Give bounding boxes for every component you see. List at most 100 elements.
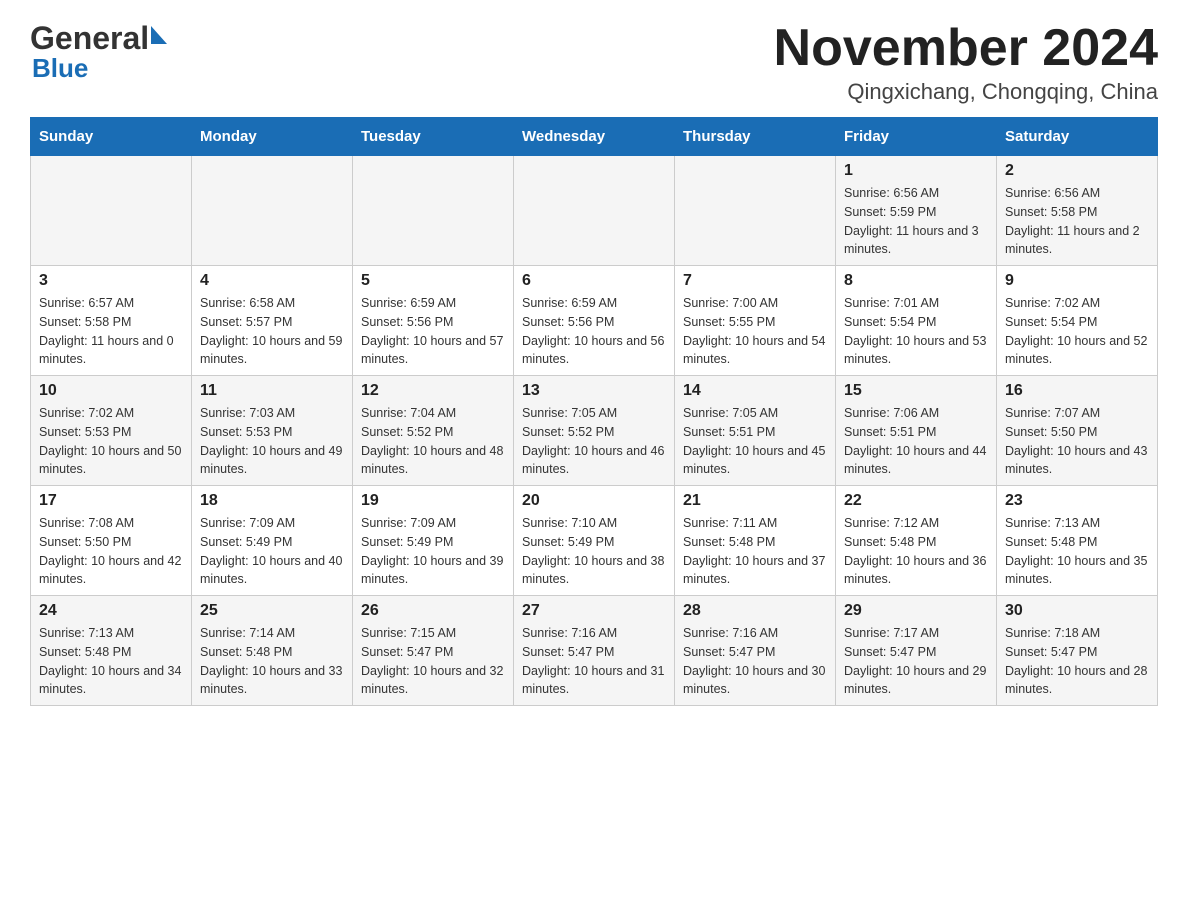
calendar-cell: 10 Sunrise: 7:02 AMSunset: 5:53 PMDayligh… — [31, 376, 192, 486]
day-info: Sunrise: 6:57 AMSunset: 5:58 PMDaylight:… — [39, 294, 183, 369]
calendar-cell: 2 Sunrise: 6:56 AMSunset: 5:58 PMDaylight… — [997, 156, 1158, 266]
day-number: 3 — [39, 272, 183, 290]
day-number: 4 — [200, 272, 344, 290]
day-number: 21 — [683, 492, 827, 510]
day-info: Sunrise: 7:15 AMSunset: 5:47 PMDaylight:… — [361, 624, 505, 699]
day-of-week-sunday: Sunday — [31, 118, 192, 156]
day-of-week-thursday: Thursday — [675, 118, 836, 156]
day-info: Sunrise: 7:05 AMSunset: 5:51 PMDaylight:… — [683, 404, 827, 479]
calendar-cell: 1 Sunrise: 6:56 AMSunset: 5:59 PMDaylight… — [836, 156, 997, 266]
calendar-week-row: 10 Sunrise: 7:02 AMSunset: 5:53 PMDayligh… — [31, 376, 1158, 486]
day-number: 28 — [683, 602, 827, 620]
day-of-week-saturday: Saturday — [997, 118, 1158, 156]
day-number: 19 — [361, 492, 505, 510]
day-info: Sunrise: 6:56 AMSunset: 5:59 PMDaylight:… — [844, 184, 988, 259]
day-info: Sunrise: 7:04 AMSunset: 5:52 PMDaylight:… — [361, 404, 505, 479]
calendar-cell: 27Sunrise: 7:16 AMSunset: 5:47 PMDayligh… — [514, 596, 675, 706]
calendar-cell: 11Sunrise: 7:03 AMSunset: 5:53 PMDayligh… — [192, 376, 353, 486]
day-number: 11 — [200, 382, 344, 400]
calendar-cell: 9 Sunrise: 7:02 AMSunset: 5:54 PMDaylight… — [997, 266, 1158, 376]
calendar-cell: 3 Sunrise: 6:57 AMSunset: 5:58 PMDaylight… — [31, 266, 192, 376]
day-info: Sunrise: 7:02 AMSunset: 5:53 PMDaylight:… — [39, 404, 183, 479]
calendar-header-row: SundayMondayTuesdayWednesdayThursdayFrid… — [31, 118, 1158, 156]
day-number: 8 — [844, 272, 988, 290]
calendar-cell: 23Sunrise: 7:13 AMSunset: 5:48 PMDayligh… — [997, 486, 1158, 596]
calendar-cell: 6 Sunrise: 6:59 AMSunset: 5:56 PMDaylight… — [514, 266, 675, 376]
logo-triangle-icon — [151, 26, 167, 44]
calendar-cell: 19 Sunrise: 7:09 AMSunset: 5:49 PMDayligh… — [353, 486, 514, 596]
calendar-cell — [514, 156, 675, 266]
day-number: 10 — [39, 382, 183, 400]
calendar-cell: 24 Sunrise: 7:13 AMSunset: 5:48 PMDayligh… — [31, 596, 192, 706]
calendar-cell: 22 Sunrise: 7:12 AMSunset: 5:48 PMDayligh… — [836, 486, 997, 596]
day-info: Sunrise: 7:16 AMSunset: 5:47 PMDaylight:… — [683, 624, 827, 699]
day-info: Sunrise: 7:02 AMSunset: 5:54 PMDaylight:… — [1005, 294, 1149, 369]
day-number: 24 — [39, 602, 183, 620]
day-info: Sunrise: 7:09 AMSunset: 5:49 PMDaylight:… — [361, 514, 505, 589]
day-number: 18 — [200, 492, 344, 510]
day-info: Sunrise: 7:13 AMSunset: 5:48 PMDaylight:… — [39, 624, 183, 699]
calendar-cell: 26 Sunrise: 7:15 AMSunset: 5:47 PMDayligh… — [353, 596, 514, 706]
day-number: 17 — [39, 492, 183, 510]
day-of-week-monday: Monday — [192, 118, 353, 156]
day-info: Sunrise: 7:05 AMSunset: 5:52 PMDaylight:… — [522, 404, 666, 479]
title-area: November 2024 Qingxichang, Chongqing, Ch… — [774, 20, 1158, 105]
day-info: Sunrise: 7:01 AMSunset: 5:54 PMDaylight:… — [844, 294, 988, 369]
day-number: 27 — [522, 602, 666, 620]
day-info: Sunrise: 7:17 AMSunset: 5:47 PMDaylight:… — [844, 624, 988, 699]
day-of-week-friday: Friday — [836, 118, 997, 156]
calendar-cell: 8 Sunrise: 7:01 AMSunset: 5:54 PMDaylight… — [836, 266, 997, 376]
logo: General Blue — [30, 20, 167, 84]
calendar-cell: 20 Sunrise: 7:10 AMSunset: 5:49 PMDayligh… — [514, 486, 675, 596]
day-number: 9 — [1005, 272, 1149, 290]
day-number: 30 — [1005, 602, 1149, 620]
day-number: 7 — [683, 272, 827, 290]
day-number: 2 — [1005, 162, 1149, 180]
day-number: 13 — [522, 382, 666, 400]
day-info: Sunrise: 6:59 AMSunset: 5:56 PMDaylight:… — [522, 294, 666, 369]
calendar-cell — [192, 156, 353, 266]
day-info: Sunrise: 7:08 AMSunset: 5:50 PMDaylight:… — [39, 514, 183, 589]
calendar-cell: 30 Sunrise: 7:18 AMSunset: 5:47 PMDayligh… — [997, 596, 1158, 706]
day-number: 29 — [844, 602, 988, 620]
calendar-cell: 4 Sunrise: 6:58 AMSunset: 5:57 PMDaylight… — [192, 266, 353, 376]
calendar-week-row: 3 Sunrise: 6:57 AMSunset: 5:58 PMDaylight… — [31, 266, 1158, 376]
day-of-week-tuesday: Tuesday — [353, 118, 514, 156]
logo-top: General — [30, 20, 167, 57]
calendar-cell — [31, 156, 192, 266]
calendar-cell: 13 Sunrise: 7:05 AMSunset: 5:52 PMDayligh… — [514, 376, 675, 486]
day-info: Sunrise: 7:14 AMSunset: 5:48 PMDaylight:… — [200, 624, 344, 699]
day-number: 1 — [844, 162, 988, 180]
day-info: Sunrise: 7:12 AMSunset: 5:48 PMDaylight:… — [844, 514, 988, 589]
page-header: General Blue November 2024 Qingxichang, … — [30, 20, 1158, 105]
day-number: 6 — [522, 272, 666, 290]
day-info: Sunrise: 7:11 AMSunset: 5:48 PMDaylight:… — [683, 514, 827, 589]
calendar-cell: 5 Sunrise: 6:59 AMSunset: 5:56 PMDaylight… — [353, 266, 514, 376]
day-info: Sunrise: 7:07 AMSunset: 5:50 PMDaylight:… — [1005, 404, 1149, 479]
calendar-week-row: 24 Sunrise: 7:13 AMSunset: 5:48 PMDayligh… — [31, 596, 1158, 706]
day-info: Sunrise: 6:59 AMSunset: 5:56 PMDaylight:… — [361, 294, 505, 369]
calendar-cell: 7Sunrise: 7:00 AMSunset: 5:55 PMDaylight… — [675, 266, 836, 376]
calendar-cell: 28 Sunrise: 7:16 AMSunset: 5:47 PMDayligh… — [675, 596, 836, 706]
day-number: 15 — [844, 382, 988, 400]
day-number: 26 — [361, 602, 505, 620]
calendar-cell: 15 Sunrise: 7:06 AMSunset: 5:51 PMDayligh… — [836, 376, 997, 486]
calendar-week-row: 1 Sunrise: 6:56 AMSunset: 5:59 PMDaylight… — [31, 156, 1158, 266]
calendar-cell: 12Sunrise: 7:04 AMSunset: 5:52 PMDayligh… — [353, 376, 514, 486]
calendar-week-row: 17 Sunrise: 7:08 AMSunset: 5:50 PMDayligh… — [31, 486, 1158, 596]
day-info: Sunrise: 6:58 AMSunset: 5:57 PMDaylight:… — [200, 294, 344, 369]
day-number: 22 — [844, 492, 988, 510]
calendar-cell — [353, 156, 514, 266]
day-number: 5 — [361, 272, 505, 290]
calendar-cell: 17 Sunrise: 7:08 AMSunset: 5:50 PMDayligh… — [31, 486, 192, 596]
calendar-cell: 25Sunrise: 7:14 AMSunset: 5:48 PMDayligh… — [192, 596, 353, 706]
day-info: Sunrise: 7:18 AMSunset: 5:47 PMDaylight:… — [1005, 624, 1149, 699]
calendar-cell: 16 Sunrise: 7:07 AMSunset: 5:50 PMDayligh… — [997, 376, 1158, 486]
day-number: 20 — [522, 492, 666, 510]
day-info: Sunrise: 7:10 AMSunset: 5:49 PMDaylight:… — [522, 514, 666, 589]
day-info: Sunrise: 6:56 AMSunset: 5:58 PMDaylight:… — [1005, 184, 1149, 259]
day-of-week-wednesday: Wednesday — [514, 118, 675, 156]
day-info: Sunrise: 7:06 AMSunset: 5:51 PMDaylight:… — [844, 404, 988, 479]
day-number: 16 — [1005, 382, 1149, 400]
calendar-cell: 14Sunrise: 7:05 AMSunset: 5:51 PMDayligh… — [675, 376, 836, 486]
